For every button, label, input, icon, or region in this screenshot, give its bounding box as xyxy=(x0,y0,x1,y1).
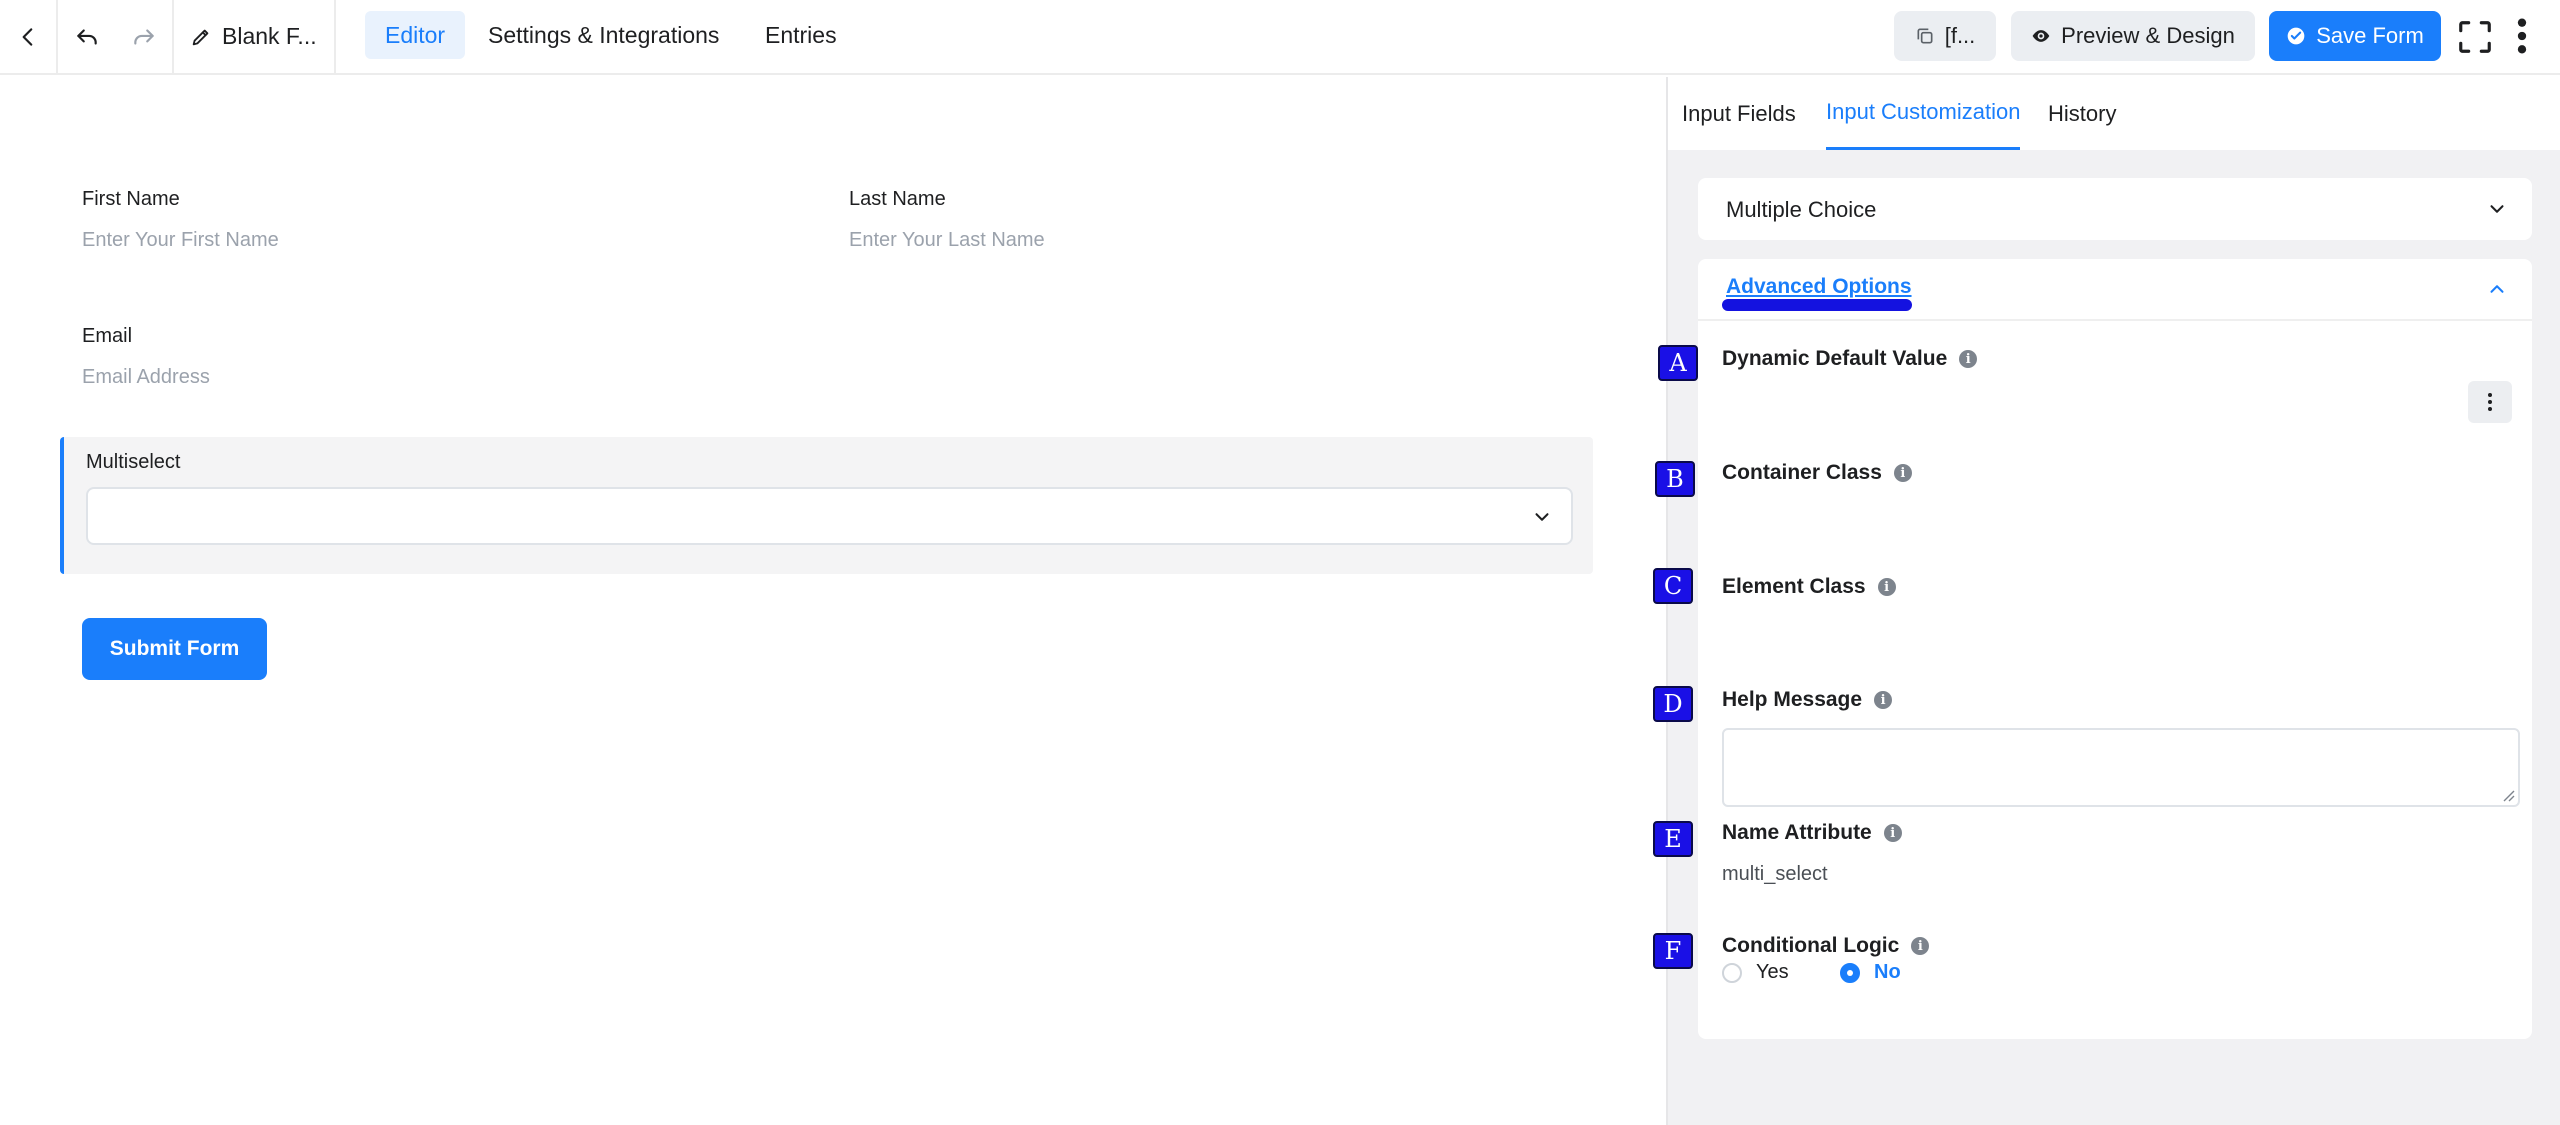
marker-b: B xyxy=(1655,461,1695,497)
form-canvas: First Name Enter Your First Name Last Na… xyxy=(0,77,1665,1125)
conditional-no-option[interactable]: No xyxy=(1840,961,1901,984)
help-message-label: Help Message i xyxy=(1722,688,1893,712)
copy-icon xyxy=(1917,28,1933,44)
help-message-textarea[interactable] xyxy=(1722,728,2520,807)
info-icon[interactable]: i xyxy=(1883,824,1902,842)
info-icon[interactable]: i xyxy=(1959,350,1978,368)
conditional-logic-label: Conditional Logic i xyxy=(1722,934,1930,958)
resize-handle-icon[interactable] xyxy=(2501,788,2515,802)
tab-input-fields[interactable]: Input Fields xyxy=(1682,77,1796,150)
email-input[interactable]: Email Address xyxy=(82,366,210,389)
shortcode-label: [f... xyxy=(1944,23,1976,48)
undo-icon xyxy=(77,28,97,45)
back-button[interactable] xyxy=(0,0,58,73)
check-circle-icon xyxy=(2287,27,2305,45)
multiselect-field-block[interactable]: Multiselect xyxy=(60,437,1593,574)
fullscreen-icon[interactable] xyxy=(2456,18,2494,56)
name-attribute-input[interactable]: multi_select xyxy=(1722,863,1828,886)
radio-no[interactable] xyxy=(1840,962,1860,983)
advanced-options-section: Advanced Options Dynamic Default Value i… xyxy=(1698,259,2532,1039)
container-class-label: Container Class i xyxy=(1722,461,1912,485)
panel-tabs: Input Fields Input Customization History xyxy=(1668,77,2560,150)
tab-entries[interactable]: Entries xyxy=(745,11,857,59)
marker-c: C xyxy=(1653,568,1693,604)
form-title: Blank F... xyxy=(222,23,317,49)
more-vertical-icon xyxy=(2488,393,2492,411)
info-icon[interactable]: i xyxy=(1874,691,1893,709)
dynamic-default-value-label: Dynamic Default Value i xyxy=(1722,347,1978,371)
pencil-icon xyxy=(192,29,209,45)
info-icon[interactable]: i xyxy=(1877,578,1896,596)
info-icon[interactable]: i xyxy=(1911,937,1930,955)
yes-label: Yes xyxy=(1756,961,1789,983)
chevron-down-icon xyxy=(2490,205,2504,213)
tab-editor[interactable]: Editor xyxy=(365,11,466,59)
undo-button[interactable] xyxy=(58,0,116,73)
more-options-icon[interactable] xyxy=(2510,16,2534,56)
marker-d: D xyxy=(1653,686,1693,722)
save-form-button[interactable]: Save Form xyxy=(2269,11,2441,61)
save-form-label: Save Form xyxy=(2316,23,2424,48)
conditional-yes-option[interactable]: Yes xyxy=(1722,961,1789,984)
form-title-button[interactable]: Blank F... xyxy=(174,0,336,73)
multiselect-label: Multiselect xyxy=(86,451,181,473)
tab-input-customization[interactable]: Input Customization xyxy=(1826,77,2021,150)
marker-f: F xyxy=(1653,933,1693,969)
first-name-input[interactable]: Enter Your First Name xyxy=(82,229,279,252)
marker-a: A xyxy=(1658,345,1698,381)
multiple-choice-title: Multiple Choice xyxy=(1726,197,1877,222)
preview-design-button[interactable]: Preview & Design xyxy=(2011,11,2255,61)
first-name-label: First Name xyxy=(82,188,180,210)
last-name-input[interactable]: Enter Your Last Name xyxy=(849,229,1045,252)
tab-history[interactable]: History xyxy=(2048,77,2116,150)
marker-e: E xyxy=(1653,821,1693,857)
radio-yes[interactable] xyxy=(1722,962,1742,983)
chevron-up-icon xyxy=(2490,285,2504,293)
email-label: Email xyxy=(82,325,133,347)
submit-form-button[interactable]: Submit Form xyxy=(82,618,267,680)
shortcode-button[interactable]: [f... xyxy=(1894,11,1996,61)
element-class-label: Element Class i xyxy=(1722,575,1896,599)
chevron-left-icon xyxy=(22,27,33,46)
advanced-options-header[interactable]: Advanced Options xyxy=(1698,259,2532,321)
chevron-down-icon xyxy=(1535,513,1549,521)
preview-design-label: Preview & Design xyxy=(2061,23,2235,48)
dynamic-value-options-button[interactable] xyxy=(2468,381,2512,423)
advanced-options-title: Advanced Options xyxy=(1726,275,1912,298)
name-attribute-label: Name Attribute i xyxy=(1722,821,1902,845)
no-label: No xyxy=(1874,961,1901,983)
multiselect-dropdown[interactable] xyxy=(86,487,1573,545)
redo-button[interactable] xyxy=(116,0,174,73)
top-toolbar: Blank F... Editor Settings & Integration… xyxy=(0,0,2560,75)
multiple-choice-section[interactable]: Multiple Choice xyxy=(1698,178,2532,240)
info-icon[interactable]: i xyxy=(1893,464,1912,482)
tab-settings-integrations[interactable]: Settings & Integrations xyxy=(468,11,739,59)
last-name-label: Last Name xyxy=(849,188,946,210)
redo-icon xyxy=(134,28,154,45)
highlight-stroke xyxy=(1722,299,1912,311)
eye-icon xyxy=(2032,30,2050,42)
settings-panel: Input Fields Input Customization History… xyxy=(1666,77,2560,1125)
